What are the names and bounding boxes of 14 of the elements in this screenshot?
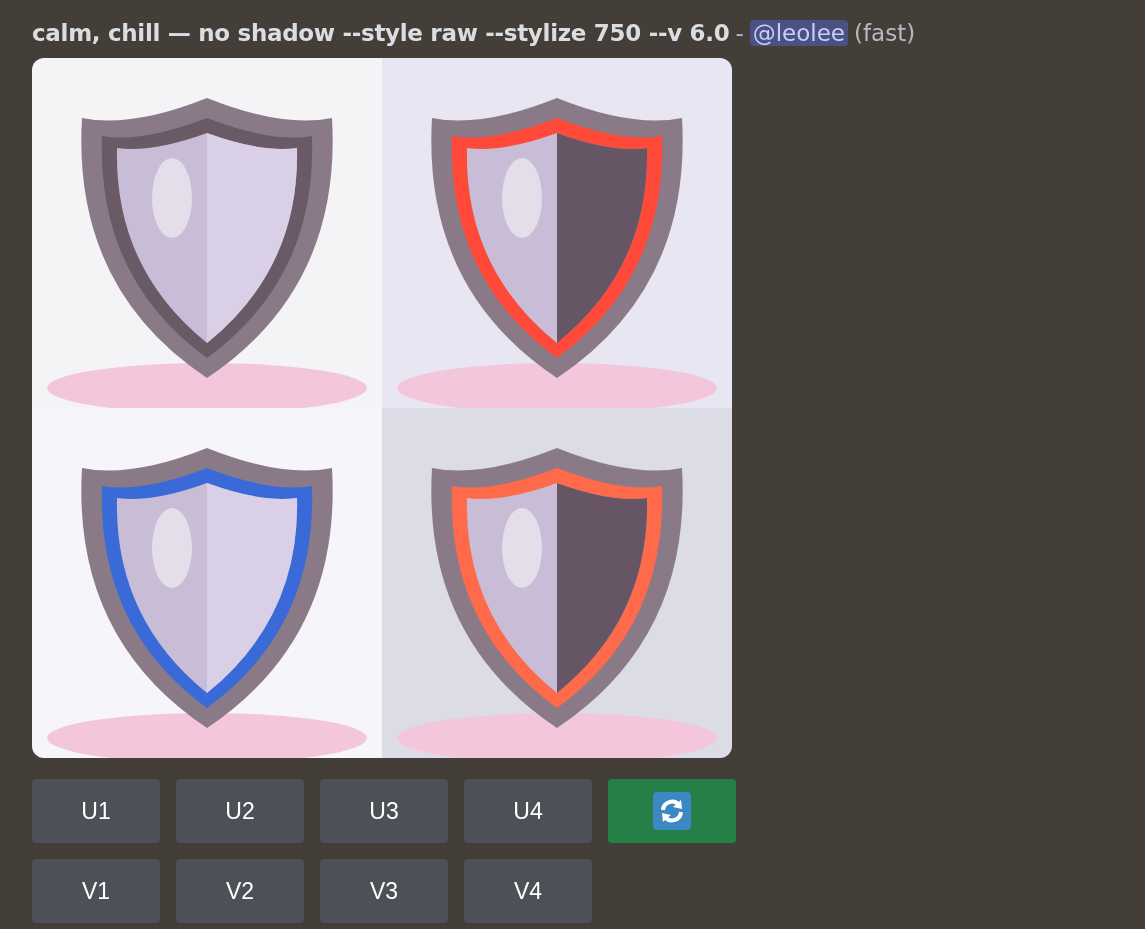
upscale-button[interactable]: U2: [176, 779, 304, 843]
upscale-button[interactable]: V1: [32, 859, 160, 923]
reroll-button[interactable]: [608, 779, 736, 843]
upscale-button[interactable]: V4: [464, 859, 592, 923]
upscale-button[interactable]: U1: [32, 779, 160, 843]
prompt-text: calm, chill — no shadow --style raw --stylize 750 --v 6.0: [32, 20, 730, 46]
upscale-button[interactable]: V2: [176, 859, 304, 923]
mode-text: (fast): [854, 20, 916, 46]
upscale-button[interactable]: V3: [320, 859, 448, 923]
refresh-icon: [653, 792, 691, 830]
user-mention[interactable]: @leolee: [749, 20, 848, 46]
separator-text: -: [735, 20, 744, 46]
upscale-button[interactable]: U4: [464, 779, 592, 843]
upscale-button[interactable]: U3: [320, 779, 448, 843]
